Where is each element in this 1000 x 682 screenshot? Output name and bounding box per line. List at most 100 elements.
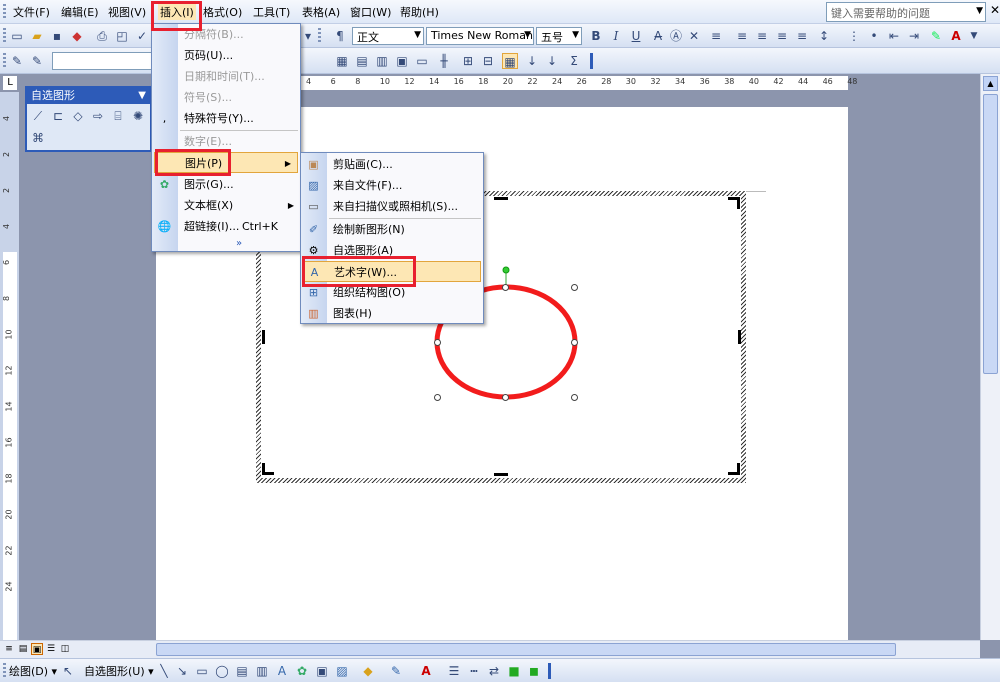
canvas-corner-handle[interactable] <box>728 197 740 209</box>
strikethrough-icon[interactable]: A̶ <box>650 28 666 44</box>
resize-handle[interactable] <box>502 284 509 291</box>
canvas-edge-handle[interactable] <box>262 330 265 344</box>
menu-item-page-numbers[interactable]: 页码(U)... <box>152 45 300 66</box>
wordart-icon[interactable]: A <box>274 663 290 679</box>
italic-button[interactable]: I <box>608 28 624 44</box>
menu-tools[interactable]: 工具(T) <box>253 4 290 20</box>
font-color-button[interactable]: A <box>948 28 964 44</box>
basic-shapes-icon[interactable]: ◇ <box>70 108 86 124</box>
close-document-icon[interactable]: ✕ <box>990 3 1000 17</box>
autosum-icon[interactable]: Σ <box>566 53 582 69</box>
insert-table-icon[interactable]: ▦ <box>334 53 350 69</box>
highlight-icon[interactable]: ✎ <box>928 28 944 44</box>
line-style-icon[interactable]: ☰ <box>446 663 462 679</box>
rectangle-icon[interactable]: ▭ <box>194 663 210 679</box>
canvas-corner-handle[interactable] <box>728 463 740 475</box>
vertical-ruler[interactable]: 4 2 2 4 6 8 10 12 14 16 18 20 22 24 <box>0 92 20 640</box>
align-center-icon[interactable]: ≡ <box>734 28 750 44</box>
scroll-up-icon[interactable]: ▲ <box>983 76 998 91</box>
distribute-rows-icon[interactable]: ⊞ <box>460 53 476 69</box>
new-document-icon[interactable]: ▭ <box>9 28 25 44</box>
align-right-icon[interactable]: ≡ <box>754 28 770 44</box>
toolbar-grip[interactable] <box>3 663 6 679</box>
oval-icon[interactable]: ◯ <box>214 663 230 679</box>
sort-ascending-icon[interactable]: ↓ <box>524 53 540 69</box>
chevron-down-icon[interactable]: ▼ <box>966 28 982 44</box>
line-spacing-icon[interactable]: ↕ <box>816 28 832 44</box>
address-input[interactable] <box>52 52 152 70</box>
char-shading-icon[interactable]: Ⓐ <box>668 28 684 44</box>
table-autoformat-icon[interactable]: ▦ <box>502 53 518 69</box>
vertical-text-box-icon[interactable]: ▥ <box>254 663 270 679</box>
char-scale-icon[interactable]: ✕ <box>686 28 702 44</box>
menu-item-diagram[interactable]: ✿ 图示(G)... <box>152 174 300 195</box>
select-objects-icon[interactable]: ↖ <box>60 663 76 679</box>
diagram-icon[interactable]: ✿ <box>294 663 310 679</box>
distribute-icon[interactable]: ≡ <box>794 28 810 44</box>
dash-style-icon[interactable]: ┅ <box>466 663 482 679</box>
rotate-handle[interactable] <box>502 266 510 274</box>
flowchart-icon[interactable]: ⌸ <box>110 108 126 124</box>
sort-descending-icon[interactable]: ↓ <box>544 53 560 69</box>
chevron-down-icon[interactable]: ▼ <box>976 6 983 16</box>
styles-icon[interactable]: ¶ <box>332 28 348 44</box>
menu-view[interactable]: 视图(V) <box>108 4 146 20</box>
menu-expand-icon[interactable]: » <box>152 233 300 254</box>
stars-icon[interactable]: ✺ <box>130 108 146 124</box>
arrow-style-icon[interactable]: ⇄ <box>486 663 502 679</box>
resize-handle[interactable] <box>434 394 441 401</box>
decrease-indent-icon[interactable]: ⇤ <box>886 28 902 44</box>
scrollbar-thumb[interactable] <box>156 643 896 656</box>
menu-window[interactable]: 窗口(W) <box>350 4 391 20</box>
menu-item-date-time[interactable]: 日期和时间(T)... <box>152 66 300 87</box>
increase-indent-icon[interactable]: ⇥ <box>906 28 922 44</box>
resize-handle[interactable] <box>502 394 509 401</box>
menu-item-break[interactable]: 分隔符(B)... <box>152 24 300 45</box>
menu-item-number[interactable]: 数字(E)... <box>152 131 300 152</box>
fill-color-icon[interactable]: ◆ <box>360 663 376 679</box>
menu-item-autoshapes[interactable]: ⚙ 自选图形(A) <box>301 240 483 261</box>
open-folder-icon[interactable]: ▰ <box>29 28 45 44</box>
menu-item-chart[interactable]: ▥ 图表(H) <box>301 303 483 324</box>
menu-file[interactable]: 文件(F) <box>13 4 50 20</box>
canvas-edge-handle[interactable] <box>494 197 508 200</box>
zoom-icon[interactable]: ▾ <box>300 28 316 44</box>
chevron-down-icon[interactable]: ▼ <box>138 88 146 104</box>
tab-stop-selector[interactable]: L <box>2 75 18 91</box>
print-preview-icon[interactable]: ◰ <box>114 28 130 44</box>
font-color-icon[interactable]: A <box>418 663 434 679</box>
save-icon[interactable]: ▪ <box>49 28 65 44</box>
bold-button[interactable]: B <box>588 28 604 44</box>
split-cells-icon[interactable]: ╫ <box>436 53 452 69</box>
menu-format[interactable]: 格式(O) <box>203 4 242 20</box>
scrollbar-thumb[interactable] <box>983 94 998 374</box>
arrow-icon[interactable]: ↘ <box>174 663 190 679</box>
resize-handle[interactable] <box>571 394 578 401</box>
spelling-icon[interactable]: ✓ <box>134 28 150 44</box>
help-search-input[interactable]: 键入需要帮助的问题 ▼ <box>826 2 986 22</box>
picture-icon[interactable]: ▨ <box>334 663 350 679</box>
menu-item-wordart[interactable]: A 艺术字(W)... <box>303 261 481 282</box>
draw-menu-button[interactable]: 绘图(D) ▾ <box>9 663 57 679</box>
canvas-edge-handle[interactable] <box>738 330 741 344</box>
canvas-corner-handle[interactable] <box>262 463 274 475</box>
menu-item-special-symbol[interactable]: , 特殊符号(Y)... <box>152 108 300 129</box>
menu-edit[interactable]: 编辑(E) <box>61 4 99 20</box>
resize-handle[interactable] <box>571 339 578 346</box>
shading-icon[interactable]: ▣ <box>394 53 410 69</box>
menu-item-symbol[interactable]: 符号(S)... <box>152 87 300 108</box>
toolbar-end[interactable] <box>548 663 551 679</box>
borders-icon[interactable]: ▥ <box>374 53 390 69</box>
reading-view-icon[interactable]: ◫ <box>59 643 71 655</box>
distribute-cols-icon[interactable]: ⊟ <box>480 53 496 69</box>
line-icon[interactable]: ╲ <box>156 663 172 679</box>
print-layout-icon[interactable]: ▣ <box>31 643 43 655</box>
autoshapes-toolbar-title[interactable]: 自选图形 ▼ <box>27 88 150 104</box>
format-toolbar-grip[interactable] <box>318 28 321 44</box>
menu-item-clip-art[interactable]: ▣ 剪贴画(C)... <box>301 154 483 175</box>
vertical-scrollbar[interactable]: ▲ <box>980 74 1000 640</box>
canvas-edge-handle[interactable] <box>494 473 508 476</box>
block-arrows-icon[interactable]: ⇨ <box>90 108 106 124</box>
resize-handle[interactable] <box>571 284 578 291</box>
numbering-icon[interactable]: ⋮ <box>846 28 862 44</box>
